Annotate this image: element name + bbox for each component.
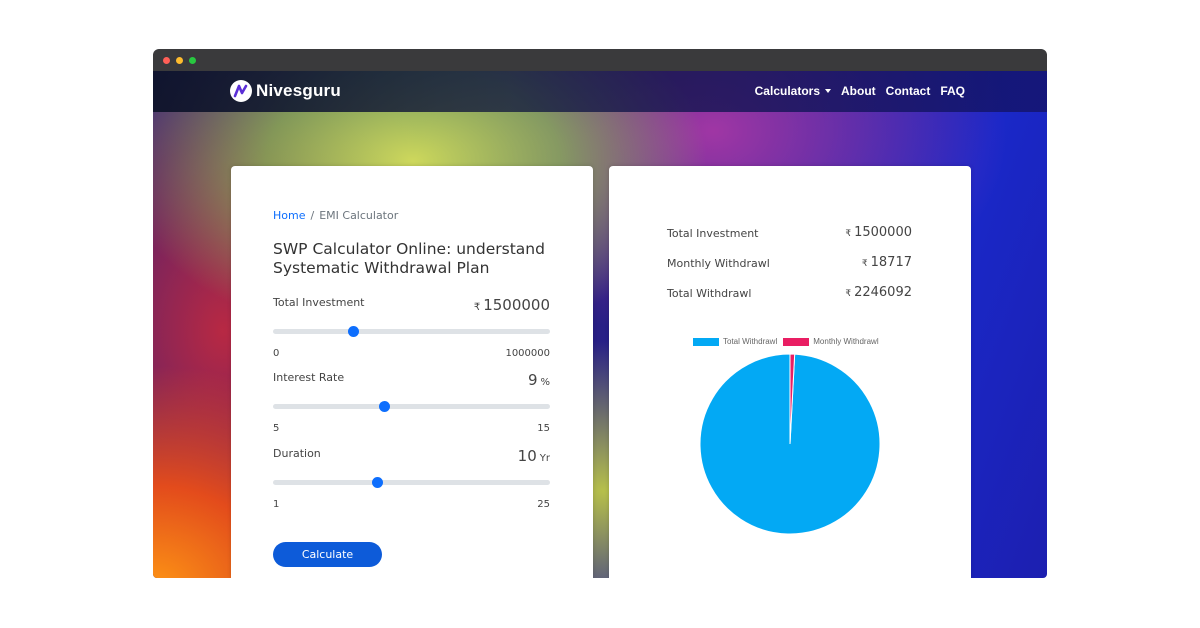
investment-amount: 1500000 — [483, 296, 550, 314]
rupee-icon: ₹ — [473, 302, 481, 313]
chevron-down-icon — [825, 89, 831, 93]
duration-min: 1 — [273, 499, 280, 510]
summary-monthly-withdrawl-label: Monthly Withdrawl — [667, 257, 770, 270]
minimize-window-dot[interactable] — [176, 57, 183, 64]
interest-rate-max: 15 — [537, 423, 550, 434]
duration-slider[interactable] — [273, 477, 550, 488]
legend-label-total-withdrawl: Total Withdrawl — [723, 337, 778, 346]
interest-rate-amount: 9 — [527, 371, 538, 389]
summary-total-investment: Total Investment ₹1500000 — [667, 225, 912, 243]
summary-monthly-withdrawl: Monthly Withdrawl ₹18717 — [667, 255, 912, 273]
page-title: SWP Calculator Online: understand System… — [273, 240, 545, 277]
investment-max: 1000000 — [505, 348, 550, 359]
nav-faq[interactable]: FAQ — [940, 84, 965, 98]
duration-unit: Yr — [539, 453, 550, 464]
top-navbar: Nivesguru Calculators About Contact FAQ — [153, 71, 1047, 112]
legend-swatch-monthly-withdrawl — [783, 337, 810, 346]
interest-rate-label: Interest Rate — [273, 371, 345, 384]
summary-total-investment-amount: 1500000 — [854, 225, 912, 240]
window-titlebar — [153, 49, 1047, 71]
chart-legend: Total Withdrawl Monthly Withdrawl — [693, 337, 885, 346]
duration-amount: 10 — [517, 447, 537, 465]
duration-max: 25 — [537, 499, 550, 510]
summary-monthly-withdrawl-value: ₹18717 — [862, 255, 912, 270]
brand[interactable]: Nivesguru — [230, 79, 341, 103]
pie-chart — [699, 353, 881, 535]
investment-value: ₹1500000 — [474, 296, 550, 314]
calculate-button[interactable]: Calculate — [273, 542, 382, 567]
breadcrumb-home-link[interactable]: Home — [273, 209, 305, 222]
nav-calculators-label: Calculators — [754, 84, 820, 98]
breadcrumb-current: EMI Calculator — [319, 209, 399, 222]
duration-value: 10 Yr — [518, 447, 550, 465]
duration-label: Duration — [273, 447, 321, 460]
nav-calculators[interactable]: Calculators — [755, 84, 831, 98]
rupee-icon: ₹ — [845, 289, 852, 299]
brand-name: Nivesguru — [256, 81, 341, 100]
interest-rate-slider-thumb[interactable] — [378, 401, 390, 412]
close-window-dot[interactable] — [163, 57, 170, 64]
investment-slider-thumb[interactable] — [348, 326, 360, 337]
main-nav: Calculators About Contact FAQ — [745, 84, 965, 98]
maximize-window-dot[interactable] — [189, 57, 196, 64]
summary-total-withdrawl: Total Withdrawl ₹2246092 — [667, 285, 912, 303]
browser-window: Nivesguru Calculators About Contact FAQ … — [153, 49, 1047, 578]
breadcrumb-separator: / — [310, 209, 315, 222]
summary-total-withdrawl-label: Total Withdrawl — [667, 287, 752, 300]
nav-contact[interactable]: Contact — [886, 84, 931, 98]
breadcrumb: Home / EMI Calculator — [273, 209, 398, 222]
summary-total-investment-value: ₹1500000 — [845, 225, 912, 240]
investment-min: 0 — [273, 348, 280, 359]
interest-rate-unit: % — [540, 377, 550, 388]
legend-swatch-total-withdrawl — [693, 337, 719, 346]
summary-total-investment-label: Total Investment — [667, 227, 759, 240]
calculator-result-card: Total Investment ₹1500000 Monthly Withdr… — [609, 166, 971, 578]
interest-rate-min: 5 — [273, 423, 280, 434]
interest-rate-slider[interactable] — [273, 401, 550, 412]
legend-item-total-withdrawl[interactable]: Total Withdrawl — [693, 337, 777, 346]
legend-label-monthly-withdrawl: Monthly Withdrawl — [813, 337, 879, 346]
page-viewport: Nivesguru Calculators About Contact FAQ … — [153, 71, 1047, 578]
investment-label: Total Investment — [273, 296, 365, 309]
rupee-icon: ₹ — [845, 229, 852, 239]
summary-total-withdrawl-value: ₹2246092 — [845, 285, 912, 300]
summary-monthly-withdrawl-amount: 18717 — [870, 255, 912, 270]
nav-about[interactable]: About — [841, 84, 876, 98]
duration-slider-thumb[interactable] — [371, 477, 383, 488]
rupee-icon: ₹ — [861, 259, 868, 269]
interest-rate-value: 9% — [528, 371, 550, 389]
calculator-input-card: Home / EMI Calculator SWP Calculator Onlin… — [231, 166, 593, 578]
summary-total-withdrawl-amount: 2246092 — [854, 285, 912, 300]
legend-item-monthly-withdrawl[interactable]: Monthly Withdrawl — [783, 337, 879, 346]
nivesguru-logo-icon — [230, 80, 252, 102]
investment-slider[interactable] — [273, 326, 550, 337]
